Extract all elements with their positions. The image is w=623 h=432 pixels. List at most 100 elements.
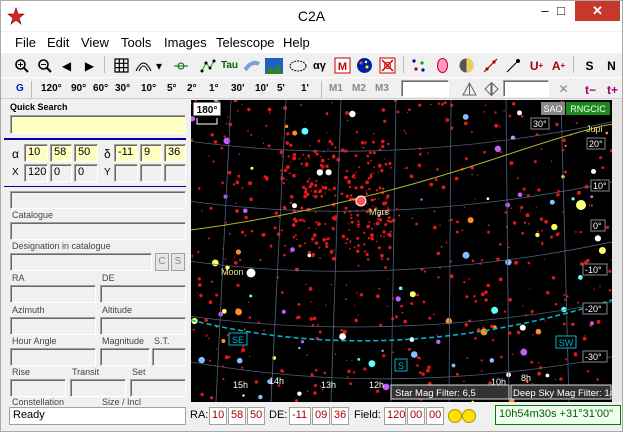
constellation-names-icon[interactable]: Tau bbox=[219, 55, 240, 76]
fov-30-button[interactable]: 30° bbox=[115, 83, 130, 94]
star-mag-filter[interactable]: Star Mag Filter: 6,5 bbox=[395, 388, 476, 399]
zoom-out-icon[interactable] bbox=[34, 55, 55, 76]
fov-10-button[interactable]: 10° bbox=[141, 83, 156, 94]
x-degrees-input[interactable]: 120 bbox=[24, 164, 48, 182]
menu-help[interactable]: Help bbox=[283, 35, 310, 50]
rise-field bbox=[10, 379, 66, 397]
status-field-label: Field: bbox=[354, 409, 381, 421]
c-button[interactable]: C bbox=[155, 253, 169, 271]
sao-badge[interactable]: SAO bbox=[543, 104, 562, 114]
fov-input[interactable] bbox=[401, 80, 449, 97]
comet-icon[interactable] bbox=[503, 55, 524, 76]
moon-icon[interactable] bbox=[246, 268, 256, 278]
goto-button[interactable]: G bbox=[16, 83, 24, 94]
dec-seconds-input[interactable]: 36 bbox=[164, 144, 186, 162]
catalogue-field bbox=[10, 222, 186, 240]
azimuth-field bbox=[10, 317, 96, 335]
clear-icon[interactable]: ✕ bbox=[553, 78, 574, 99]
ngc-badge[interactable]: RNGCIC bbox=[570, 104, 606, 114]
dropdown-arrow-icon[interactable]: ▾ bbox=[152, 55, 166, 76]
dec-minutes-input[interactable]: 9 bbox=[140, 144, 162, 162]
time-forward-button[interactable]: t+ bbox=[607, 83, 618, 97]
nebula-icon[interactable] bbox=[432, 55, 453, 76]
cardinal-se: SE bbox=[232, 335, 244, 345]
y-seconds-input[interactable] bbox=[164, 164, 186, 182]
landscape-icon[interactable] bbox=[263, 55, 284, 76]
menu-telescope[interactable]: Telescope bbox=[216, 35, 275, 50]
ra-seconds-input[interactable]: 50 bbox=[74, 144, 98, 162]
ra-13h: 13h bbox=[321, 380, 336, 390]
fov-1-button[interactable]: 1° bbox=[209, 83, 219, 94]
previous-arrow-icon[interactable]: ◀ bbox=[56, 55, 77, 76]
svg-text:M: M bbox=[338, 61, 347, 73]
time-back-button[interactable]: t− bbox=[585, 83, 596, 97]
flip-icon[interactable] bbox=[481, 78, 502, 99]
sky-map[interactable]: 180° SAO RNGCIC Mars Moon Jupi SE S SW 1… bbox=[191, 100, 612, 402]
y-minutes-input[interactable] bbox=[140, 164, 162, 182]
moon-phase-icons bbox=[448, 409, 476, 423]
sky-map-canvas[interactable]: 180° SAO RNGCIC Mars Moon Jupi SE S SW 1… bbox=[191, 100, 612, 402]
fov-2-button[interactable]: 2° bbox=[187, 83, 197, 94]
fov-1min-button[interactable]: 1' bbox=[301, 83, 309, 94]
menu-tools[interactable]: Tools bbox=[121, 35, 151, 50]
greek-letters-icon[interactable]: αγ bbox=[309, 55, 330, 76]
status-de-label: DE: bbox=[269, 409, 288, 421]
fov-5min-button[interactable]: 5' bbox=[277, 83, 285, 94]
dss-image-icon[interactable] bbox=[377, 55, 398, 76]
fov-5-button[interactable]: 5° bbox=[167, 83, 177, 94]
close-button[interactable]: ✕ bbox=[575, 1, 620, 21]
zoom-in-icon[interactable] bbox=[11, 55, 32, 76]
quick-search-input[interactable] bbox=[10, 115, 186, 134]
s-button[interactable]: S bbox=[171, 253, 185, 271]
rotation-input[interactable] bbox=[503, 80, 549, 97]
constellation-label: Constellation bbox=[12, 397, 65, 407]
constellation-lines-icon[interactable] bbox=[197, 55, 218, 76]
ecliptic-line-icon[interactable] bbox=[480, 55, 501, 76]
x-minutes-input[interactable]: 0 bbox=[50, 164, 72, 182]
status-de-s: 36 bbox=[331, 407, 349, 425]
fov-60-button[interactable]: 60° bbox=[93, 83, 108, 94]
menu-view[interactable]: View bbox=[81, 35, 109, 50]
ellipse-icon[interactable] bbox=[287, 55, 308, 76]
ra-hours-input[interactable]: 10 bbox=[24, 144, 48, 162]
rise-label: Rise bbox=[12, 367, 31, 377]
menu-file[interactable]: File bbox=[15, 35, 36, 50]
menu-edit[interactable]: Edit bbox=[47, 35, 69, 50]
moon-label: Moon bbox=[221, 267, 244, 277]
triangle-icon[interactable] bbox=[459, 78, 480, 99]
deep-sky-icon[interactable] bbox=[354, 55, 375, 76]
next-arrow-icon[interactable]: ▶ bbox=[79, 55, 100, 76]
maximize-button[interactable]: □ bbox=[547, 1, 575, 21]
menu-images[interactable]: Images bbox=[164, 35, 207, 50]
north-orientation-icon[interactable]: N bbox=[601, 55, 622, 76]
dec-degrees-input[interactable]: -11 bbox=[114, 144, 138, 162]
mars-icon[interactable] bbox=[355, 195, 367, 207]
st-field bbox=[152, 348, 186, 366]
uranus-icon[interactable]: U + bbox=[526, 55, 547, 76]
horizon-grid-icon[interactable] bbox=[133, 55, 154, 76]
x-seconds-input[interactable]: 0 bbox=[74, 164, 98, 182]
size-label: Size / Incl bbox=[102, 397, 142, 407]
m3-button[interactable]: M3 bbox=[375, 83, 389, 94]
y-degrees-input[interactable] bbox=[114, 164, 138, 182]
map-scrollbar[interactable] bbox=[612, 100, 622, 402]
moon-phase-icon[interactable] bbox=[456, 55, 477, 76]
jupiter-icon[interactable] bbox=[576, 200, 586, 210]
designation-field bbox=[10, 253, 152, 271]
m2-button[interactable]: M2 bbox=[352, 83, 366, 94]
messier-icon[interactable]: M bbox=[332, 55, 353, 76]
fov-10min-button[interactable]: 10' bbox=[255, 83, 269, 94]
milky-way-icon[interactable] bbox=[241, 55, 262, 76]
star-field-icon[interactable] bbox=[408, 55, 429, 76]
fov-120-button[interactable]: 120° bbox=[41, 83, 62, 94]
fov-30min-button[interactable]: 30' bbox=[231, 83, 245, 94]
south-orientation-icon[interactable]: S bbox=[579, 55, 600, 76]
fov-90-button[interactable]: 90° bbox=[71, 83, 86, 94]
dso-mag-filter[interactable]: Deep Sky Mag Filter: 14 bbox=[513, 388, 612, 399]
m1-button[interactable]: M1 bbox=[329, 83, 343, 94]
app-window: C2A – □ ✕ File Edit View Tools Images Te… bbox=[0, 0, 623, 432]
grid-icon[interactable] bbox=[111, 55, 132, 76]
asteroid-icon[interactable]: A + bbox=[548, 55, 569, 76]
crosshair-icon[interactable] bbox=[170, 55, 191, 76]
ra-minutes-input[interactable]: 58 bbox=[50, 144, 72, 162]
